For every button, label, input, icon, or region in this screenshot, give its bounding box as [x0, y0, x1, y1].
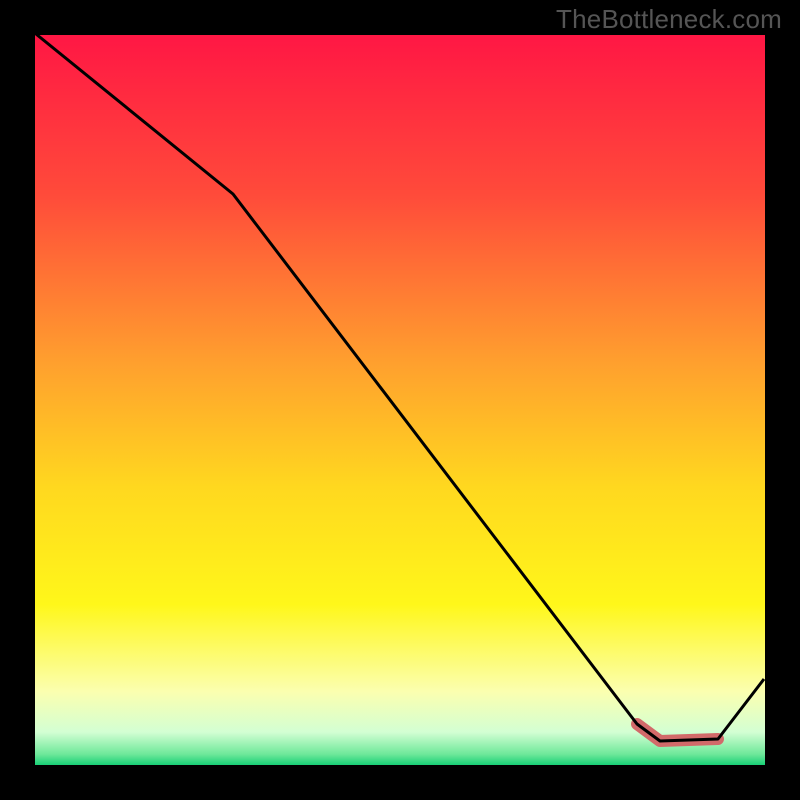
chart-svg	[0, 0, 800, 800]
chart-frame: TheBottleneck.com	[0, 0, 800, 800]
plot-background	[35, 35, 765, 765]
